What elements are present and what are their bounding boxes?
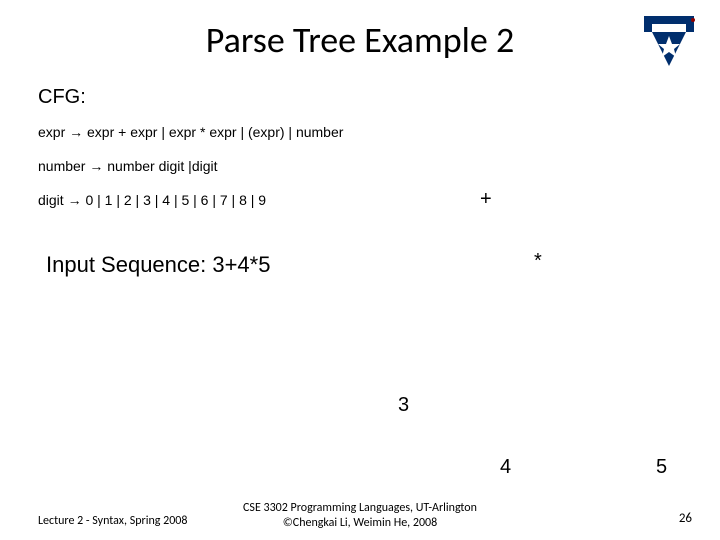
input-sequence-label: Input Sequence: 3+4*5 [46, 252, 270, 278]
cfg-heading: CFG: [38, 86, 86, 109]
footer-course-info: CSE 3302 Programming Languages, UT-Arlin… [0, 501, 720, 532]
slide-number: 26 [679, 511, 692, 526]
uta-logo [642, 14, 696, 73]
footer-course-line2: ©Chengkai Li, Weimin He, 2008 [283, 516, 437, 530]
grammar-rule-digit: digit → 0 | 1 | 2 | 3 | 4 | 5 | 6 | 7 | … [38, 192, 266, 208]
slide-title: Parse Tree Example 2 [0, 18, 720, 62]
footer-course-line1: CSE 3302 Programming Languages, UT-Arlin… [243, 501, 477, 515]
tree-node-plus: + [480, 188, 492, 211]
tree-node-5: 5 [656, 456, 667, 479]
grammar-rule-expr: expr → expr + expr | expr * expr | (expr… [38, 124, 343, 140]
tree-node-3: 3 [398, 394, 409, 417]
tree-node-star: * [534, 250, 542, 273]
tree-node-4: 4 [500, 456, 511, 479]
grammar-rule-number: number → number digit |digit [38, 158, 218, 174]
